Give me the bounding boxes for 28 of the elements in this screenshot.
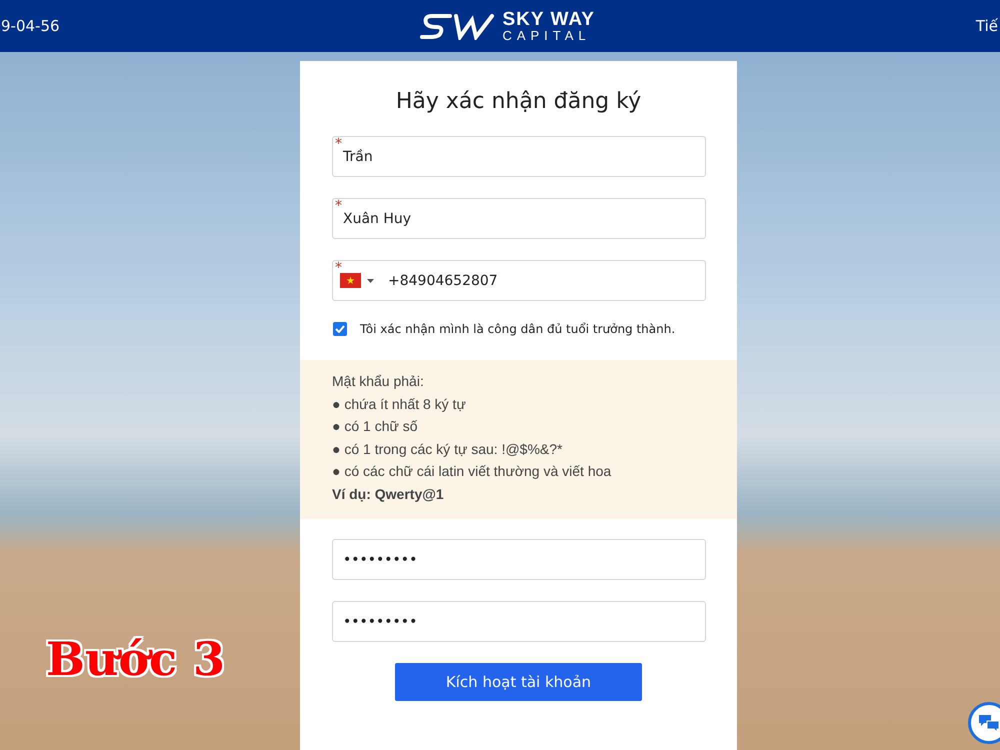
header-text: 9-04-56: [1, 17, 60, 35]
logo-icon: [420, 12, 496, 40]
input-field[interactable]: * Xuân Huy: [332, 198, 706, 239]
password-field[interactable]: •••••••••: [332, 539, 706, 580]
chat-button[interactable]: [968, 702, 1000, 744]
input-field[interactable]: * Trần: [332, 136, 706, 177]
phone-field[interactable]: * +84904652807: [332, 260, 706, 301]
step-caption: Bước 3: [46, 632, 226, 686]
rule-item: ● có 1 trong các ký tự sau: !@$%&?*: [332, 440, 564, 459]
rule-item: ● có các chữ cái latin viết thường và viết hoa: [332, 462, 612, 481]
rules-heading: Mật khẩu phải:: [332, 372, 425, 391]
logo-subtitle: CAPITAL: [502, 29, 592, 42]
activate-account-button[interactable]: Kích hoạt tài khoản: [395, 663, 642, 701]
checkbox-label: Tôi xác nhận mình là công dân đủ tuổi trưởng thành.: [360, 322, 676, 336]
flag-icon[interactable]: [340, 273, 361, 288]
caret-icon[interactable]: [367, 278, 374, 282]
required-mark: *: [335, 261, 342, 275]
logo-text: SKY WAY: [502, 10, 595, 29]
rule-item: ● có 1 chữ số: [332, 417, 419, 436]
rule-item: ● chứa ít nhất 8 ký tự: [332, 394, 467, 414]
form-title: Hãy xác nhận đăng ký: [394, 89, 642, 114]
chat-icon: [978, 713, 1000, 733]
checkbox[interactable]: [333, 322, 347, 336]
example-text: Ví dụ: Qwerty@1: [332, 484, 445, 504]
nav-link[interactable]: Tiế: [976, 17, 998, 35]
required-mark: *: [335, 199, 342, 213]
password-field[interactable]: •••••••••: [332, 601, 706, 642]
required-mark: *: [335, 137, 342, 151]
